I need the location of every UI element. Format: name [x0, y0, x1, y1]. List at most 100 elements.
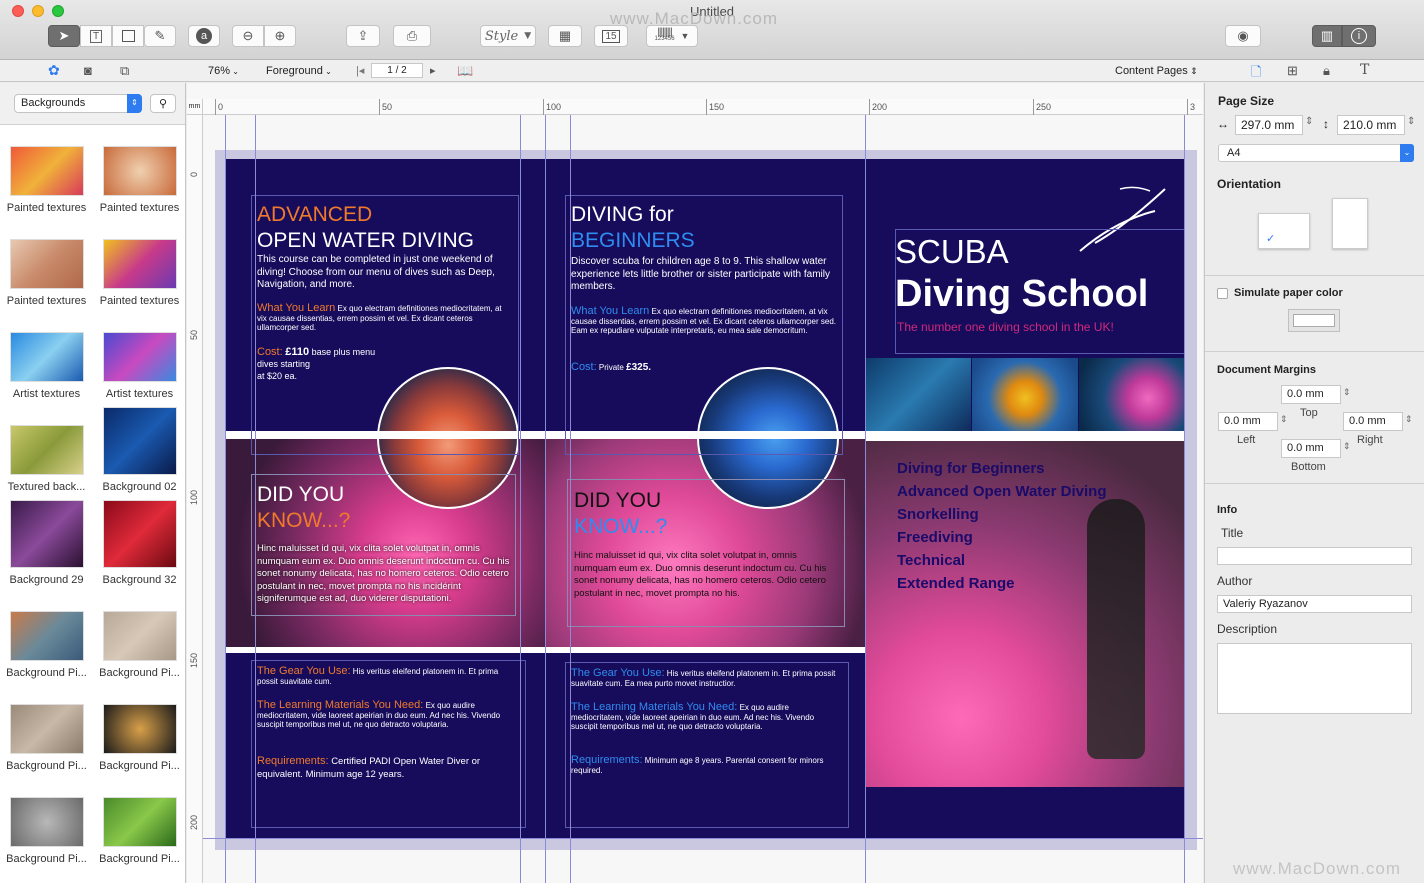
ruler-tick: [1033, 99, 1034, 115]
margin-left-stepper[interactable]: ⇕: [1280, 414, 1288, 425]
texture-thumbnail: [9, 332, 84, 382]
camera-tab-icon[interactable]: ◙: [84, 63, 92, 78]
margin-right-field[interactable]: 0.0 mm: [1343, 412, 1403, 431]
simulate-paper-checkbox[interactable]: [1217, 288, 1228, 299]
library-item[interactable]: Background Pi...: [93, 683, 186, 776]
pencil-icon: ✎: [154, 28, 166, 43]
margin-left-field[interactable]: 0.0 mm: [1218, 412, 1278, 431]
library-search-button[interactable]: ⚲: [150, 94, 176, 113]
calendar-button[interactable]: 15: [594, 25, 628, 47]
at-symbol-icon: a: [196, 28, 212, 44]
document-tab-icon[interactable]: 🗋: [1251, 63, 1261, 85]
library-item[interactable]: Background Pi...: [93, 776, 186, 869]
texture-thumbnail: [9, 797, 84, 847]
toggle-sidebar-button[interactable]: ▥: [1312, 25, 1342, 47]
page-indicator-field[interactable]: 1 / 2: [371, 63, 423, 78]
library-item[interactable]: Background 29: [0, 497, 93, 590]
frame-outline: [251, 474, 516, 616]
library-item[interactable]: Background 02: [93, 404, 186, 497]
portrait-option[interactable]: [1332, 198, 1368, 249]
arrow-pointer-icon: ➤: [58, 28, 70, 43]
library-item[interactable]: Background Pi...: [93, 590, 186, 683]
category-select[interactable]: Backgrounds ⇕: [14, 94, 142, 113]
library-item[interactable]: Background Pi...: [0, 590, 93, 683]
page-nav-next-icon[interactable]: ▸: [430, 64, 436, 77]
margin-top-stepper[interactable]: ⇕: [1343, 387, 1351, 398]
margin-bottom-stepper[interactable]: ⇕: [1343, 441, 1351, 452]
texture-thumbnail: [102, 146, 177, 196]
library-item[interactable]: Artist textures: [0, 311, 93, 404]
zoom-select[interactable]: 76% ⌄: [208, 65, 239, 77]
printer-icon: ⎙: [406, 28, 418, 43]
barcode-button[interactable]: ||||||||| 123456 ▼: [646, 25, 698, 47]
library-item[interactable]: Background 32: [93, 497, 186, 590]
height-stepper[interactable]: ⇕: [1407, 116, 1415, 127]
title-field[interactable]: [1217, 547, 1412, 565]
zoom-out-icon: ⊖: [242, 28, 254, 43]
shape-tool-button[interactable]: [112, 25, 144, 47]
search-icon: ⚲: [158, 98, 168, 110]
description-label: Description: [1217, 622, 1278, 636]
author-field[interactable]: Valeriy Ryazanov: [1217, 595, 1412, 613]
orientation-title: Orientation: [1217, 177, 1282, 191]
library-item[interactable]: Painted textures: [93, 125, 186, 218]
library-item[interactable]: Textured back...: [0, 404, 93, 497]
page-height-field[interactable]: 210.0 mm: [1337, 115, 1405, 135]
text-tool-button[interactable]: T: [80, 25, 112, 47]
at-symbol-button[interactable]: a: [188, 25, 220, 47]
texture-thumbnail: [102, 500, 177, 568]
table-button[interactable]: ▦: [548, 25, 582, 47]
barcode-number: 123456: [654, 36, 675, 42]
select-tool-button[interactable]: ➤: [48, 25, 80, 47]
shapes-tab-icon[interactable]: ⧉: [120, 63, 129, 79]
description-field[interactable]: [1217, 643, 1412, 714]
typography-tab-icon[interactable]: T: [1360, 62, 1369, 78]
ruler-tick: [215, 99, 216, 115]
page-width-field[interactable]: 297.0 mm: [1235, 115, 1303, 135]
secondary-toolbar: ✿ ◙ ⧉ 76% ⌄ Foreground ⌄ |◂ 1 / 2 ▸ 📖 Co…: [0, 60, 1424, 82]
zoom-out-button[interactable]: ⊖: [232, 25, 264, 47]
library-item[interactable]: Artist textures: [93, 311, 186, 404]
paper-color-well[interactable]: [1288, 309, 1340, 332]
paper-size-value: A4: [1227, 147, 1241, 159]
margin-right-stepper[interactable]: ⇕: [1405, 414, 1413, 425]
margin-bottom-field[interactable]: 0.0 mm: [1281, 439, 1341, 458]
library-tab-icon[interactable]: ✿: [48, 62, 60, 79]
simulate-paper-label: Simulate paper color: [1234, 287, 1343, 299]
print-button[interactable]: ⎙: [393, 25, 431, 47]
zoom-in-button[interactable]: ⊕: [264, 25, 296, 47]
ruler-tick-label: 50: [189, 329, 199, 340]
course-item: Diving for Beginners: [897, 460, 1045, 477]
course-list: Diving for Beginners Advanced Open Water …: [897, 457, 1106, 595]
inspector-button[interactable]: i: [1342, 25, 1376, 47]
guide-line: [255, 115, 256, 883]
pen-tool-button[interactable]: ✎: [144, 25, 176, 47]
watermark-bottom: www.MacDown.com: [1233, 859, 1402, 878]
width-stepper[interactable]: ⇕: [1305, 116, 1313, 127]
book-view-icon[interactable]: 📖: [457, 63, 473, 79]
paper-size-select[interactable]: A4 ⌄: [1218, 144, 1414, 162]
divider: [1205, 351, 1424, 352]
library-item[interactable]: Painted textures: [93, 218, 186, 311]
library-item[interactable]: Painted textures: [0, 125, 93, 218]
texture-thumbnail: [102, 239, 177, 289]
content-pages-select[interactable]: Content Pages ⇕: [1115, 65, 1198, 77]
library-item-label: Background Pi...: [6, 760, 87, 772]
margin-top-field[interactable]: 0.0 mm: [1281, 385, 1341, 404]
layer-select[interactable]: Foreground ⌄: [266, 65, 332, 77]
style-menu-button[interactable]: Style ▼: [480, 25, 536, 47]
share-button[interactable]: ⇪: [346, 25, 380, 47]
ruler-tick-label: 150: [709, 102, 725, 112]
zoom-value: 76%: [208, 65, 231, 77]
library-item[interactable]: Painted textures: [0, 218, 93, 311]
ruler-tick-label: 150: [189, 652, 199, 668]
library-item[interactable]: Background Pi...: [0, 683, 93, 776]
page-nav-first-icon[interactable]: |◂: [356, 64, 364, 77]
lock-tab-icon[interactable]: 🔒︎: [1323, 63, 1330, 79]
ruler-tick-label: 50: [382, 102, 393, 112]
preview-button[interactable]: ◉: [1225, 25, 1261, 47]
landscape-option[interactable]: ✓: [1258, 213, 1310, 249]
layout-tab-icon[interactable]: ⊞: [1287, 63, 1298, 79]
texture-thumbnail: [102, 407, 177, 475]
library-item[interactable]: Background Pi...: [0, 776, 93, 869]
